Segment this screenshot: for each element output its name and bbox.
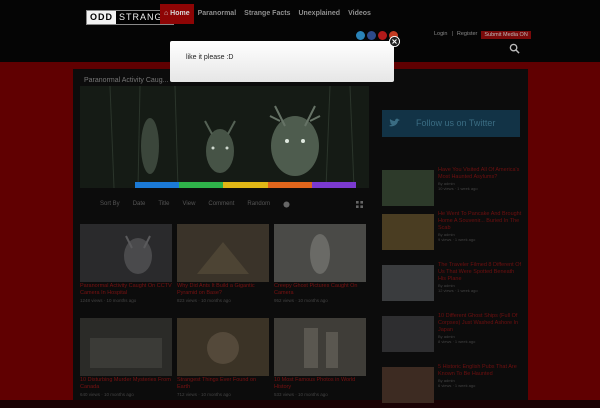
hero-night-scene-image [80, 86, 369, 188]
nav-item-videos[interactable]: Videos [344, 4, 375, 24]
sidebar-post[interactable]: 10 Different Ghost Ships (Full Of Corpse… [382, 313, 522, 357]
video-card[interactable]: 10 Disturbing Murder Mysteries From Cana… [80, 318, 172, 397]
card-meta: 1248 views · 10 months ago [80, 298, 137, 303]
sidebar-post-thumbnail[interactable] [382, 170, 434, 206]
nav-item-home[interactable]: ⌂ Home [160, 4, 194, 24]
card-thumbnail[interactable] [177, 318, 269, 376]
sidebar-post[interactable]: The Traveler Filmed 8 Different Of Us Th… [382, 262, 522, 306]
hero-video[interactable] [80, 86, 369, 188]
card-thumbnail[interactable] [274, 224, 366, 282]
card-meta: 712 views · 10 months ago [177, 392, 231, 397]
account-links: Login | Register Submit Media ON [434, 31, 531, 39]
video-card[interactable]: Strangest Things Ever Found on Earth 712… [177, 318, 269, 397]
card-title[interactable]: Strangest Things Ever Found on Earth [177, 377, 269, 391]
sidebar-post-thumbnail[interactable] [382, 265, 434, 301]
card-title[interactable]: Why Did Ants It Build a Gigantic Pyramid… [177, 283, 269, 297]
card-title[interactable]: Creepy Ghost Pictures Caught On Camera [274, 283, 366, 297]
sort-by-label: Sort By [100, 201, 120, 207]
card-thumbnail[interactable] [177, 224, 269, 282]
sidebar-post[interactable]: Have You Visited All Of America's Most H… [382, 167, 522, 211]
grid-view-icon[interactable] [356, 201, 363, 208]
sort-random[interactable]: Random [247, 201, 270, 207]
pinterest-icon[interactable] [378, 31, 387, 40]
stripe-yellow [223, 182, 268, 188]
close-icon[interactable] [389, 36, 400, 47]
sidebar-post-title[interactable]: 10 Different Ghost Ships (Full Of Corpse… [438, 313, 518, 333]
card-title[interactable]: Paranormal Activity Caught On CCTV Camer… [80, 283, 172, 297]
twitter-bird-icon [389, 118, 400, 127]
card-meta: 533 views · 10 months ago [274, 392, 328, 397]
sidebar-post-thumbnail[interactable] [382, 316, 434, 352]
facebook-icon[interactable] [367, 31, 376, 40]
card-thumbnail[interactable] [80, 224, 172, 282]
card-title[interactable]: 10 Most Famous Photos in World History [274, 377, 366, 391]
follow-twitter-button[interactable]: Follow us on Twitter [382, 110, 520, 137]
popup-message: like it please :D [186, 54, 234, 61]
sidebar-post-meta: 12 views · 1 week ago [438, 288, 478, 293]
main-nav: ⌂ Home Paranormal Strange Facts Unexplai… [160, 4, 375, 24]
stripe-blue [135, 182, 180, 188]
sidebar-post-title[interactable]: 5 Historic English Pubs That Are Known T… [438, 364, 517, 377]
nav-item-strange-facts[interactable]: Strange Facts [240, 4, 294, 24]
sidebar-post[interactable]: He Went To Pancake And Brought Home A So… [382, 211, 522, 255]
stripe-orange [267, 182, 312, 188]
card-meta: 952 views · 10 months ago [274, 298, 328, 303]
submit-media-button[interactable]: Submit Media ON [481, 31, 531, 39]
separator: | [451, 31, 453, 37]
video-card[interactable]: Creepy Ghost Pictures Caught On Camera 9… [274, 224, 366, 303]
hero-title[interactable]: Paranormal Activity Caug... [84, 77, 168, 84]
sort-title[interactable]: Title [158, 201, 169, 207]
sort-comment[interactable]: Comment [208, 201, 234, 207]
sidebar-post-title[interactable]: He Went To Pancake And Brought Home A So… [438, 211, 521, 231]
follow-twitter-label: Follow us on Twitter [416, 118, 496, 128]
video-card[interactable]: 10 Most Famous Photos in World History 5… [274, 318, 366, 397]
video-card[interactable]: Paranormal Activity Caught On CCTV Camer… [80, 224, 172, 303]
card-meta: 640 views · 10 months ago [80, 392, 134, 397]
sidebar-post-title[interactable]: The Traveler Filmed 8 Different Of Us Th… [438, 262, 521, 282]
sidebar-post-meta: 9 views · 1 week ago [438, 237, 476, 242]
card-thumbnail[interactable] [274, 318, 366, 376]
sort-bar: Sort By Date Title View Comment Random [80, 199, 370, 209]
sidebar-post-title[interactable]: Have You Visited All Of America's Most H… [438, 167, 519, 180]
twitter-icon[interactable] [356, 31, 365, 40]
like-popup: like it please :D [170, 41, 394, 82]
card-meta: 823 views · 10 months ago [177, 298, 231, 303]
login-link[interactable]: Login [434, 31, 447, 39]
sidebar-post-meta: 6 views · 1 week ago [438, 383, 476, 388]
video-card[interactable]: Why Did Ants It Build a Gigantic Pyramid… [177, 224, 269, 303]
card-thumbnail[interactable] [80, 318, 172, 376]
stripe-purple [311, 182, 357, 188]
random-shuffle-icon[interactable] [283, 200, 290, 208]
sort-date[interactable]: Date [133, 201, 146, 207]
search-icon[interactable] [509, 43, 520, 54]
stripe-green [179, 182, 224, 188]
sort-view[interactable]: View [183, 201, 196, 207]
sidebar-post-meta: 8 views · 1 week ago [438, 339, 476, 344]
sidebar-post-meta: 10 views · 1 week ago [438, 186, 478, 191]
nav-item-paranormal[interactable]: Paranormal [194, 4, 241, 24]
sidebar-post-thumbnail[interactable] [382, 367, 434, 403]
sidebar-post[interactable]: 5 Historic English Pubs That Are Known T… [382, 364, 522, 408]
card-title[interactable]: 10 Disturbing Murder Mysteries From Cana… [80, 377, 172, 391]
register-link[interactable]: Register [457, 31, 477, 39]
nav-item-unexplained[interactable]: Unexplained [294, 4, 344, 24]
sidebar-post-thumbnail[interactable] [382, 214, 434, 250]
logo-part-odd: ODD [87, 11, 116, 24]
hero-category-stripe [135, 182, 357, 188]
